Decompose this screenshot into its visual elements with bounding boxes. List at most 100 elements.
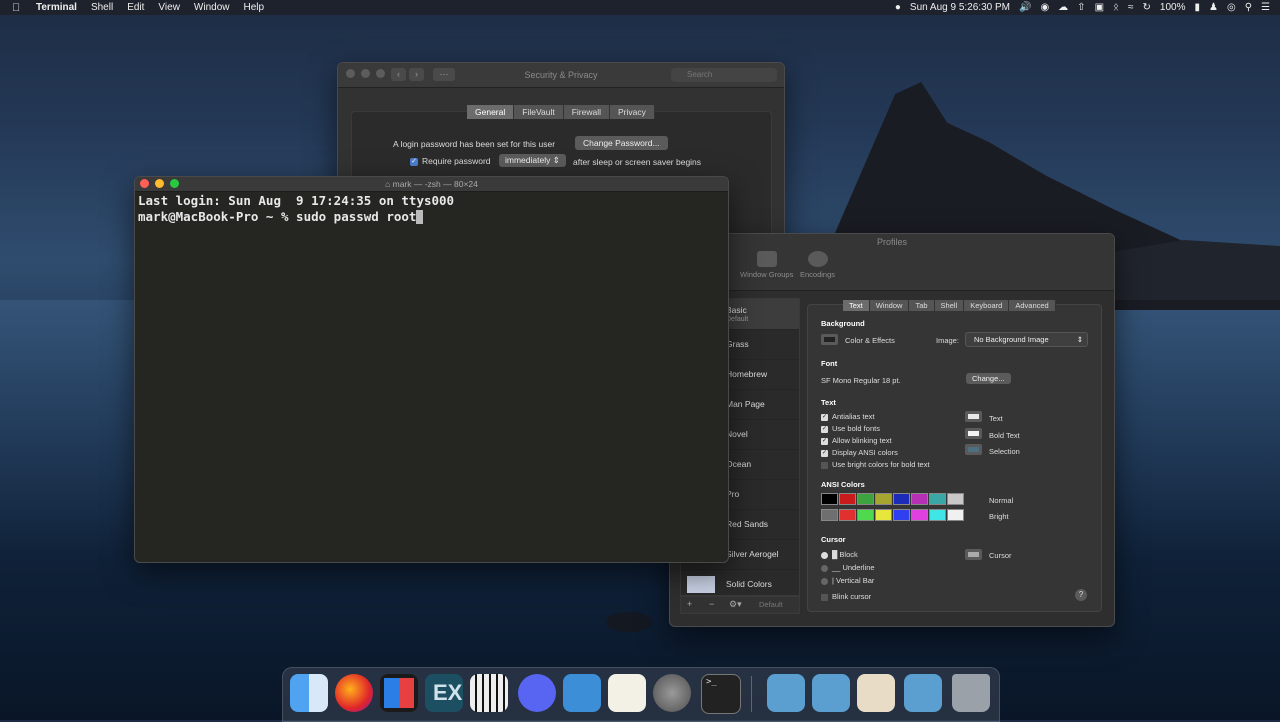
ansi-color-swatch[interactable]	[875, 509, 892, 521]
user-icon[interactable]: ♟	[1209, 0, 1218, 15]
tab-privacy[interactable]: Privacy	[609, 105, 655, 119]
cursor-underline-option[interactable]: __ Underline	[821, 563, 875, 572]
windows-app-icon[interactable]	[380, 674, 418, 712]
menu-edit[interactable]: Edit	[127, 2, 144, 13]
remove-profile-button[interactable]: −	[709, 599, 714, 609]
checkbox-checked[interactable]: ✓	[821, 449, 828, 457]
menu-view[interactable]: View	[158, 2, 180, 13]
opt-bold-fonts[interactable]: ✓ Use bold fonts	[821, 424, 880, 433]
tab-tab[interactable]: Tab	[909, 300, 935, 311]
profile-actions-gear-icon[interactable]: ⚙▾	[729, 599, 742, 610]
cursor-color-well[interactable]	[965, 549, 982, 560]
tab-window[interactable]: Window	[869, 300, 910, 311]
battery-percent[interactable]: 100%	[1160, 2, 1186, 13]
search-field[interactable]: Search	[671, 68, 777, 82]
finder-icon[interactable]	[290, 674, 328, 712]
change-password-button[interactable]: Change Password...	[575, 136, 668, 150]
siri-icon[interactable]: ◎	[1227, 0, 1236, 15]
tab-keyboard[interactable]: Keyboard	[964, 300, 1010, 311]
require-password-checkbox[interactable]: ✓	[410, 157, 418, 166]
opt-blinking[interactable]: ✓ Allow blinking text	[821, 436, 892, 445]
wifi-icon[interactable]: ≈	[1128, 0, 1134, 15]
radio-unselected[interactable]	[821, 577, 828, 585]
screen-icon[interactable]: ▣	[1095, 0, 1104, 15]
opt-bright-bold[interactable]: Use bright colors for bold text	[821, 460, 930, 469]
radio-unselected[interactable]	[821, 564, 828, 572]
blink-cursor-option[interactable]: Blink cursor	[821, 592, 871, 601]
cursor-block-option[interactable]: █ Block	[821, 550, 858, 559]
checkbox-checked[interactable]: ✓	[821, 425, 828, 433]
utilities-folder-icon[interactable]	[812, 674, 850, 712]
menu-shell[interactable]: Shell	[91, 2, 113, 13]
cursor-vertical-bar-option[interactable]: | Vertical Bar	[821, 576, 874, 585]
opt-ansi[interactable]: ✓ Display ANSI colors	[821, 448, 898, 457]
ansi-color-swatch[interactable]	[947, 509, 964, 521]
ansi-color-swatch[interactable]	[857, 509, 874, 521]
menu-app-name[interactable]: Terminal	[36, 2, 77, 13]
ansi-color-swatch[interactable]	[947, 493, 964, 505]
applications-folder-icon[interactable]	[767, 674, 805, 712]
volume-icon[interactable]: 🔊	[1019, 0, 1031, 15]
dark-mode-icon[interactable]: ●	[895, 0, 901, 15]
firefox-icon[interactable]	[335, 674, 373, 712]
ansi-color-swatch[interactable]	[875, 493, 892, 505]
checkbox-unchecked[interactable]	[821, 593, 828, 601]
opt-antialias[interactable]: ✓ Antialias text	[821, 412, 875, 421]
discord-menu-icon[interactable]: ◉	[1040, 0, 1049, 15]
trash-icon[interactable]	[952, 674, 990, 712]
terminal-dock-icon[interactable]: >_	[701, 674, 741, 714]
default-button[interactable]: Default	[759, 600, 783, 609]
change-font-button[interactable]: Change...	[966, 373, 1011, 384]
ansi-color-swatch[interactable]	[893, 493, 910, 505]
checkbox-checked[interactable]: ✓	[821, 437, 828, 445]
menu-clock[interactable]: Sun Aug 9 5:26:30 PM	[910, 2, 1010, 13]
menu-help[interactable]: Help	[244, 2, 265, 13]
ansi-color-swatch[interactable]	[821, 509, 838, 521]
ansi-color-swatch[interactable]	[839, 509, 856, 521]
system-preferences-icon[interactable]	[653, 674, 691, 712]
ansi-color-swatch[interactable]	[857, 493, 874, 505]
tab-general[interactable]: General	[467, 105, 515, 119]
tab-firewall[interactable]: Firewall	[563, 105, 610, 119]
require-interval-select[interactable]: immediately ⇕	[499, 154, 566, 167]
textedit-icon[interactable]	[608, 674, 646, 712]
ansi-color-swatch[interactable]	[929, 493, 946, 505]
upload-icon[interactable]: ⇧	[1077, 0, 1085, 15]
terminal-output[interactable]: Last login: Sun Aug 9 17:24:35 on ttys00…	[138, 193, 454, 224]
text-color-well[interactable]	[965, 411, 982, 422]
checkbox-unchecked[interactable]	[821, 461, 828, 469]
ansi-color-swatch[interactable]	[821, 493, 838, 505]
spotlight-icon[interactable]: ⚲	[1245, 0, 1252, 15]
exmode-icon[interactable]: EX	[425, 674, 463, 712]
ansi-color-swatch[interactable]	[911, 509, 928, 521]
apple-menu-icon[interactable]: 	[12, 2, 26, 13]
control-center-icon[interactable]: ☰	[1261, 0, 1270, 15]
home-icon[interactable]	[857, 674, 895, 712]
tab-advanced[interactable]: Advanced	[1009, 300, 1056, 311]
add-profile-button[interactable]: +	[687, 599, 692, 609]
cloud-icon[interactable]: ☁	[1058, 0, 1068, 15]
checkbox-checked[interactable]: ✓	[821, 413, 828, 421]
ansi-color-swatch[interactable]	[911, 493, 928, 505]
ansi-color-swatch[interactable]	[929, 509, 946, 521]
radio-selected[interactable]	[821, 551, 828, 559]
time-machine-icon[interactable]: ↻	[1143, 0, 1151, 15]
battery-icon[interactable]: ▮	[1194, 0, 1200, 15]
ansi-color-swatch[interactable]	[893, 509, 910, 521]
tab-text[interactable]: Text	[843, 300, 870, 311]
tab-shell[interactable]: Shell	[934, 300, 965, 311]
menu-window[interactable]: Window	[194, 2, 230, 13]
toolbar-encodings[interactable]: Encodings	[800, 251, 835, 279]
toolbar-window-groups[interactable]: Window Groups	[740, 251, 793, 279]
discord-icon[interactable]	[518, 674, 556, 712]
piano-app-icon[interactable]	[470, 674, 508, 712]
help-button[interactable]: ?	[1075, 589, 1087, 601]
keynote-icon[interactable]	[563, 674, 601, 712]
downloads-folder-icon[interactable]	[904, 674, 942, 712]
bluetooth-icon[interactable]: ᛟ	[1113, 0, 1119, 15]
bold-text-color-well[interactable]	[965, 428, 982, 439]
background-image-select[interactable]: No Background Image ⇕	[965, 332, 1088, 347]
tab-filevault[interactable]: FileVault	[514, 105, 564, 119]
background-color-well[interactable]	[821, 334, 838, 345]
selection-color-well[interactable]	[965, 444, 982, 455]
